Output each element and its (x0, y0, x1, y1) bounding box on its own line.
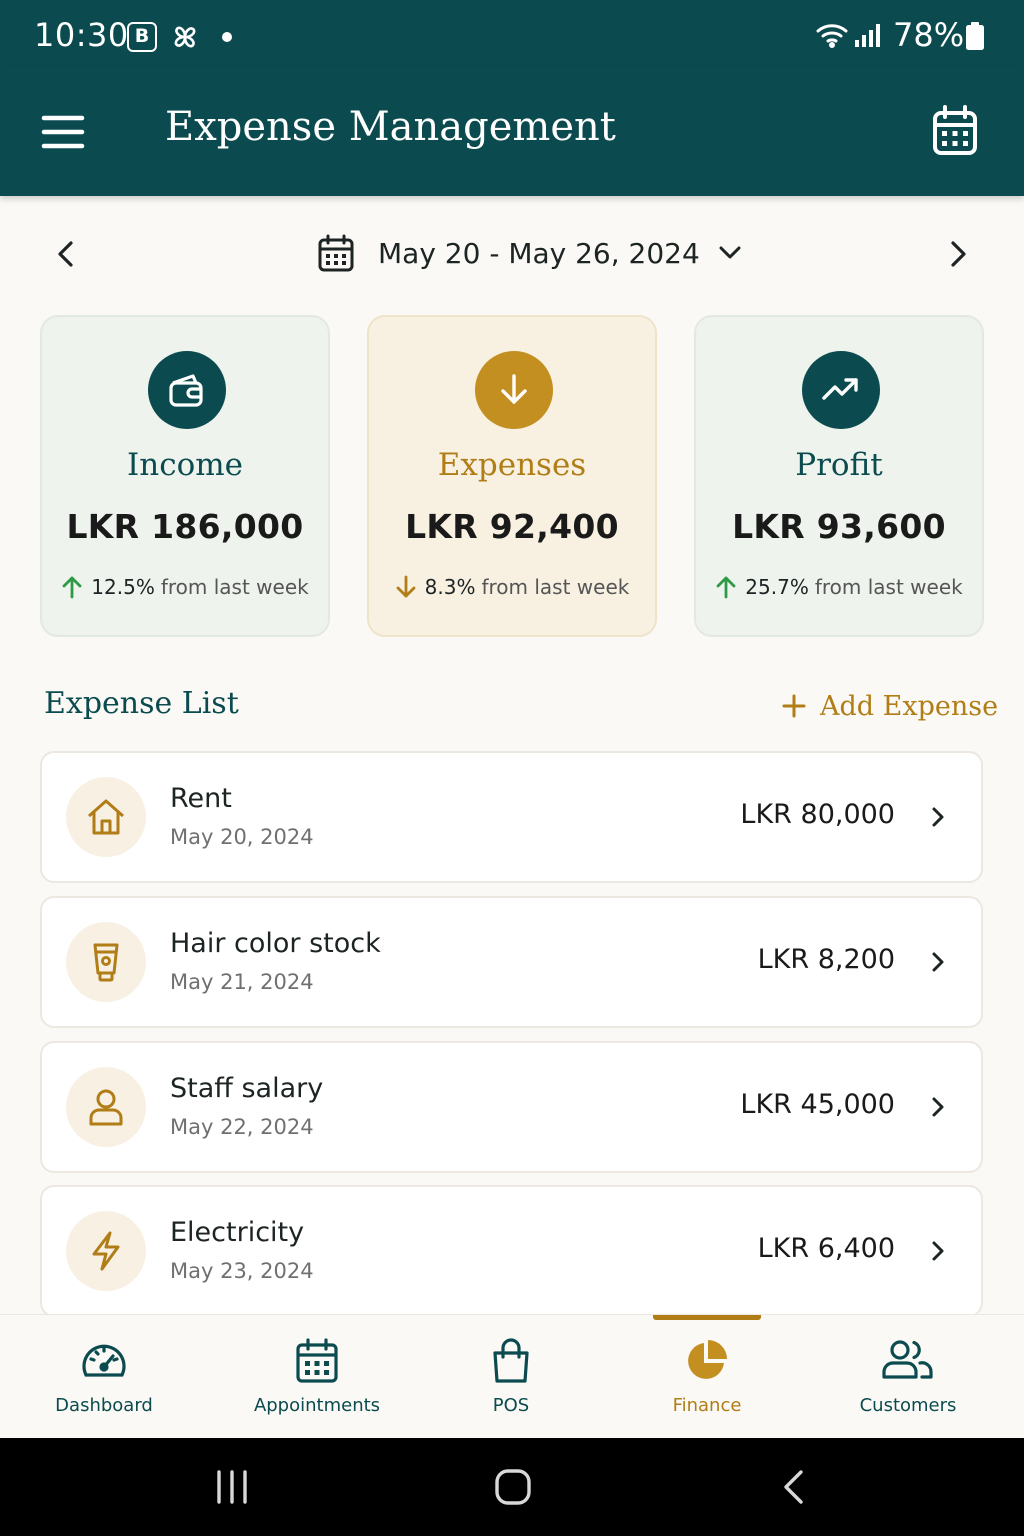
back-icon (784, 1470, 803, 1504)
chevron-right-icon (932, 952, 944, 972)
nav-appointments[interactable]: Appointments (232, 1315, 402, 1439)
notification-dot (222, 32, 232, 42)
chevron-right-icon (932, 807, 944, 827)
nav-label: Finance (672, 1395, 742, 1416)
speedometer-icon (82, 1344, 126, 1377)
income-amount: LKR 186,000 (66, 507, 304, 546)
next-week-button[interactable] (936, 232, 980, 276)
nav-finance[interactable]: Finance (640, 1315, 774, 1439)
arrow-down-circle-icon (475, 351, 553, 429)
nav-label: Appointments (253, 1395, 381, 1416)
page-title: Expense Management (165, 104, 616, 150)
expenses-amount: LKR 92,400 (405, 507, 619, 546)
system-navigation-bar (0, 1438, 1024, 1536)
income-change: 12.5% from last week (42, 575, 328, 599)
expense-name: Staff salary (170, 1073, 324, 1104)
status-time: 10:30 (34, 16, 129, 54)
expense-date: May 21, 2024 (170, 970, 314, 994)
previous-week-button[interactable] (44, 232, 88, 276)
wifi-icon (815, 22, 849, 52)
product-tube-icon (66, 922, 146, 1002)
pinwheel-icon (168, 20, 202, 58)
date-range-picker[interactable]: May 20 - May 26, 2024 (316, 228, 744, 278)
wallet-icon (148, 351, 226, 429)
arrow-up-icon (716, 576, 736, 599)
signal-icon (854, 22, 884, 52)
expense-amount: LKR 45,000 (740, 1089, 895, 1120)
expense-amount: LKR 8,200 (757, 944, 895, 975)
expense-date: May 23, 2024 (170, 1259, 314, 1283)
income-change-percent: 12.5% (91, 575, 155, 599)
chevron-right-icon (932, 1097, 944, 1117)
date-range-row: May 20 - May 26, 2024 (0, 220, 1024, 284)
expense-item-hair-color-stock[interactable]: Hair color stock May 21, 2024 LKR 8,200 (40, 896, 983, 1028)
home-button[interactable] (493, 1468, 533, 1512)
hamburger-menu-icon (41, 115, 85, 149)
app-bar: Expense Management (0, 66, 1024, 196)
home-circle-icon (495, 1469, 531, 1505)
status-badge-icon: B (127, 22, 157, 52)
trending-up-icon (802, 351, 880, 429)
recent-apps-button[interactable] (212, 1468, 252, 1512)
expenses-label: Expenses (437, 447, 587, 483)
expense-date: May 22, 2024 (170, 1115, 314, 1139)
profit-change-percent: 25.7% (745, 575, 809, 599)
add-expense-label: Add Expense (820, 690, 999, 722)
nav-dashboard[interactable]: Dashboard (24, 1315, 184, 1439)
arrow-down-icon (396, 575, 416, 598)
back-button[interactable] (776, 1468, 816, 1512)
expense-amount: LKR 80,000 (740, 799, 895, 830)
pie-chart-icon (688, 1340, 727, 1379)
expense-name: Electricity (170, 1217, 305, 1248)
battery-icon (965, 22, 985, 54)
expense-item-electricity[interactable]: Electricity May 23, 2024 LKR 6,400 (40, 1185, 983, 1317)
menu-button[interactable] (36, 106, 92, 158)
chevron-right-icon (951, 241, 966, 267)
expenses-change: 8.3% from last week (369, 575, 655, 599)
home-icon (66, 777, 146, 857)
nav-label: POS (492, 1395, 530, 1416)
chevron-right-icon (932, 1241, 944, 1261)
chevron-down-icon (719, 246, 741, 259)
expenses-change-suffix: from last week (481, 575, 630, 599)
income-card[interactable]: Income LKR 186,000 12.5% from last week (40, 315, 330, 637)
shopping-bag-icon (493, 1338, 529, 1383)
recent-apps-icon (217, 1470, 247, 1504)
nav-label: Customers (859, 1395, 957, 1416)
expense-item-rent[interactable]: Rent May 20, 2024 LKR 80,000 (40, 751, 983, 883)
calendar-icon (296, 1338, 338, 1383)
expense-item-staff-salary[interactable]: Staff salary May 22, 2024 LKR 45,000 (40, 1041, 983, 1173)
expense-date: May 20, 2024 (170, 825, 314, 849)
people-icon (882, 1340, 933, 1379)
lightning-icon (66, 1211, 146, 1291)
expenses-change-percent: 8.3% (424, 575, 476, 599)
expense-amount: LKR 6,400 (757, 1233, 895, 1264)
profit-amount: LKR 93,600 (732, 507, 946, 546)
income-change-suffix: from last week (160, 575, 309, 599)
profit-label: Profit (795, 447, 883, 483)
income-label: Income (127, 447, 243, 483)
nav-label: Dashboard (55, 1395, 153, 1416)
add-expense-button[interactable]: Add Expense (780, 686, 998, 726)
chevron-left-icon (58, 241, 73, 267)
profit-change-suffix: from last week (814, 575, 963, 599)
expense-list-title: Expense List (44, 686, 239, 721)
nav-pos[interactable]: POS (450, 1315, 572, 1439)
nav-customers[interactable]: Customers (840, 1315, 976, 1439)
expenses-card[interactable]: Expenses LKR 92,400 8.3% from last week (367, 315, 657, 637)
calendar-icon (933, 105, 977, 155)
status-bar: 10:30 B 78% (0, 0, 1024, 66)
date-range-label: May 20 - May 26, 2024 (378, 236, 700, 270)
arrow-up-icon (62, 576, 82, 599)
expense-name: Hair color stock (170, 928, 381, 959)
person-icon (66, 1067, 146, 1147)
calendar-button[interactable] (930, 104, 982, 160)
bottom-navigation: Dashboard Appointments POS Finance Custo… (0, 1314, 1024, 1438)
profit-card[interactable]: Profit LKR 93,600 25.7% from last week (694, 315, 984, 637)
profit-change: 25.7% from last week (696, 575, 982, 599)
calendar-icon (318, 234, 354, 272)
plus-icon (782, 694, 806, 718)
expense-name: Rent (170, 783, 232, 814)
battery-level: 78% (893, 16, 965, 54)
